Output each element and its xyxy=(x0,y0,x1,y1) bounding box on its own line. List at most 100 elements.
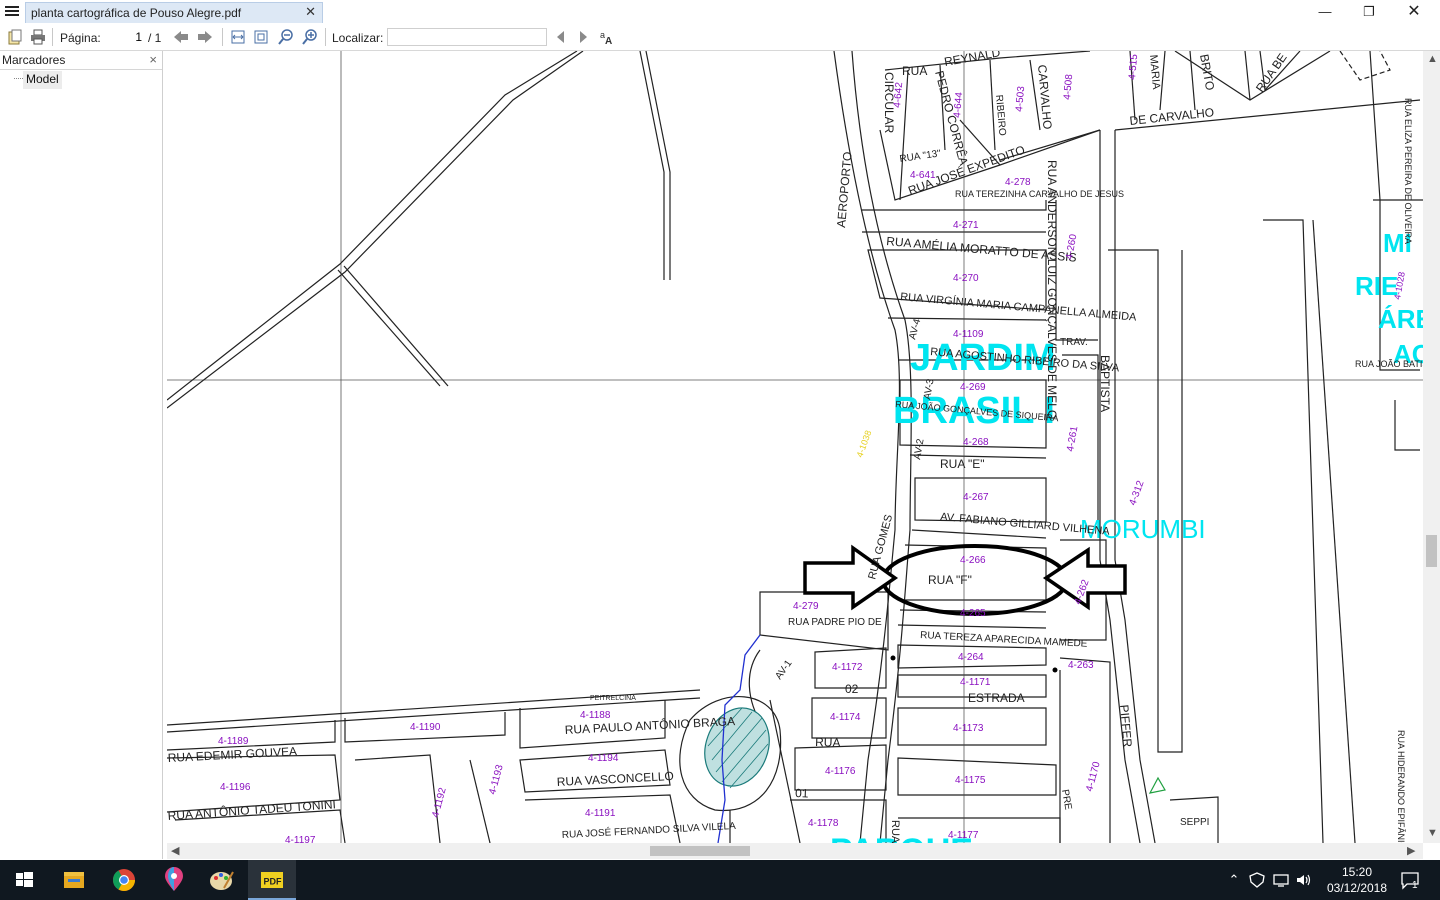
street-label: AV-1 xyxy=(773,658,794,682)
parcel-label: 4-261 xyxy=(1065,425,1080,453)
street-label: 01 xyxy=(795,786,809,800)
maximize-button[interactable]: ❐ xyxy=(1347,2,1391,22)
parcel-label: 4-641 xyxy=(910,170,936,181)
street-label: AEROPORTO xyxy=(834,151,855,228)
next-page-icon[interactable] xyxy=(197,29,213,45)
parcel-label: 4-1192 xyxy=(430,786,449,819)
paint-palette-icon xyxy=(210,871,234,890)
bookmarks-header: Marcadores × xyxy=(0,51,162,70)
street-label: RUA TEREZINHA CARVALHO DE JESUS xyxy=(955,189,1124,199)
chrome-button[interactable] xyxy=(100,860,148,900)
minimize-button[interactable]: — xyxy=(1303,2,1347,22)
maps-button[interactable] xyxy=(150,860,198,900)
volume-icon[interactable] xyxy=(1295,872,1313,888)
zoom-in-icon[interactable] xyxy=(302,29,318,45)
close-button[interactable]: ✕ xyxy=(1392,2,1436,22)
parcel-label: 4-1173 xyxy=(953,723,984,734)
vertical-scrollbar[interactable]: ▲ ▼ xyxy=(1423,51,1440,843)
clock-date: 03/12/2018 xyxy=(1326,881,1388,895)
map-pin-icon xyxy=(165,867,183,891)
street-label: RUA HIDERANDO EPIFÂNIO MAMEDES xyxy=(1396,730,1406,843)
bookmark-item-model[interactable]: Model xyxy=(23,71,62,89)
parcel-label: 4-1176 xyxy=(825,766,856,777)
street-label: TRAV. xyxy=(1060,337,1088,348)
parcel-label: 4-278 xyxy=(1005,177,1031,188)
find-previous-icon[interactable] xyxy=(553,29,569,45)
parcel-label: 4-1191 xyxy=(585,808,616,819)
cadastral-map: JARDIM BRASIL I MORUMBI PARQUE RIE MI ÁR… xyxy=(167,51,1423,843)
pdf-reader-icon: PDF xyxy=(261,872,283,888)
parcel-label: 4-267 xyxy=(963,492,989,503)
street-label: SEPPI xyxy=(1180,817,1209,828)
find-next-icon[interactable] xyxy=(575,29,591,45)
parcel-label: 4-312 xyxy=(1127,479,1146,507)
street-label: RUA BE xyxy=(1253,51,1290,95)
parcel-label: 4-1196 xyxy=(220,782,251,793)
page-total: / 1 xyxy=(148,31,162,45)
street-label: BAPTISTA xyxy=(1098,355,1112,412)
street-label: 02 xyxy=(845,682,859,696)
parcel-label: 4-1172 xyxy=(832,662,863,673)
vertical-scroll-thumb[interactable] xyxy=(1426,535,1437,567)
open-file-icon[interactable] xyxy=(7,29,23,45)
street-label: ESTRADA xyxy=(968,691,1025,705)
document-tab[interactable]: planta cartográfica de Pouso Alegre.pdf … xyxy=(25,2,323,23)
bookmarks-title: Marcadores xyxy=(2,53,66,67)
system-clock[interactable]: 15:20 03/12/2018 xyxy=(1322,864,1392,896)
paint-button[interactable] xyxy=(198,860,246,900)
street-label: RUA "E" xyxy=(940,457,985,471)
page-number-input[interactable] xyxy=(105,28,147,46)
green-marker xyxy=(1148,776,1166,794)
street-label: RUA ANDERSON LUIZ GONÇALVES DE MELO xyxy=(1045,160,1059,419)
scroll-down-icon[interactable]: ▼ xyxy=(1427,827,1438,839)
parcel-label: 4-1194 xyxy=(588,753,619,764)
street-label: MARIA xyxy=(1147,54,1162,90)
scroll-up-icon[interactable]: ▲ xyxy=(1427,53,1438,65)
street-label: RUA JOSÉ FELIPE xyxy=(889,820,902,843)
parcel-label: 4-515 xyxy=(1127,53,1140,80)
document-tab-title: planta cartográfica de Pouso Alegre.pdf xyxy=(31,6,242,20)
match-case-icon[interactable]: a A xyxy=(600,29,616,45)
windows-logo-icon xyxy=(16,872,33,887)
horizontal-scrollbar[interactable]: ◀ ▶ xyxy=(167,843,1423,859)
parcel-label: 4-1189 xyxy=(218,736,249,747)
parcel-label: 4-279 xyxy=(793,601,819,612)
network-icon[interactable] xyxy=(1272,872,1290,888)
page-label: Página: xyxy=(60,31,101,45)
hamburger-menu-icon[interactable] xyxy=(4,4,20,20)
pdf-viewer-window: planta cartográfica de Pouso Alegre.pdf … xyxy=(0,0,1440,900)
parcel-label: 4-1171 xyxy=(960,677,991,688)
previous-page-icon[interactable] xyxy=(173,29,189,45)
parcel-label: 4-644 xyxy=(952,91,965,118)
fit-page-icon[interactable] xyxy=(253,29,269,45)
pdf-reader-button[interactable]: PDF xyxy=(248,860,296,900)
scroll-right-icon[interactable]: ▶ xyxy=(1407,844,1415,857)
file-explorer-button[interactable] xyxy=(50,860,98,900)
horizontal-scroll-thumb[interactable] xyxy=(650,846,750,856)
street-label: PEITRELCINA xyxy=(590,695,636,702)
street-label: PIFFER xyxy=(1117,704,1135,748)
parcel-label: 4-1178 xyxy=(808,818,839,829)
street-label: REYNALD xyxy=(943,51,1002,69)
zoom-out-icon[interactable] xyxy=(278,29,294,45)
street-label: RUA JOSÉ FERNANDO SILVA VILELA xyxy=(561,819,736,841)
fit-width-icon[interactable] xyxy=(230,29,246,45)
print-icon[interactable] xyxy=(30,29,46,45)
search-input[interactable] xyxy=(387,28,547,46)
security-shield-icon[interactable] xyxy=(1248,872,1266,888)
street-label: RUA EDEMIR GOUVEA xyxy=(167,744,297,765)
parcel-label: 4-508 xyxy=(1062,73,1075,100)
parcel-label: 4-1038 xyxy=(854,429,873,459)
document-canvas[interactable]: JARDIM BRASIL I MORUMBI PARQUE RIE MI ÁR… xyxy=(167,51,1423,843)
parcel-label: 4-268 xyxy=(963,437,989,448)
tab-close-icon[interactable]: ✕ xyxy=(305,4,316,20)
show-hidden-icons-icon[interactable]: ⌃ xyxy=(1225,872,1243,888)
bookmarks-close-icon[interactable]: × xyxy=(149,52,157,67)
start-button[interactable] xyxy=(0,860,48,900)
scroll-left-icon[interactable]: ◀ xyxy=(171,844,179,857)
street-label: RIBEIRO xyxy=(993,94,1008,136)
street-label: RUA ELIZA PEREIRA DE OLIVEIRA xyxy=(1403,98,1413,244)
parcel-label: 4-266 xyxy=(960,555,986,566)
parcel-label: 4-1174 xyxy=(830,712,861,723)
street-label: RUA "F" xyxy=(928,573,972,587)
